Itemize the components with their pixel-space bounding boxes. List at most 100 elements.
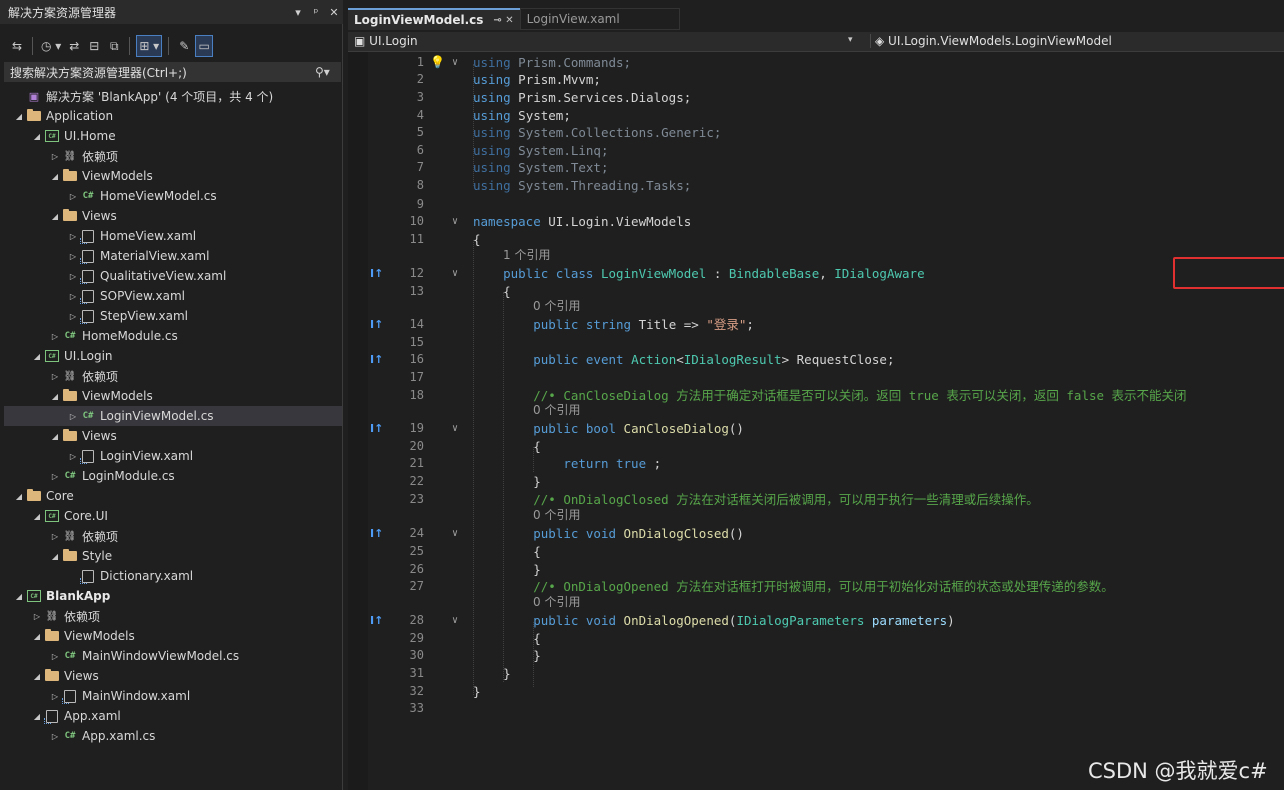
tab-loginviewmodel-cs[interactable]: LoginViewModel.cs ⊸ ✕	[348, 8, 520, 30]
expand-icon[interactable]: ▷	[48, 732, 62, 741]
tree-item[interactable]: ▷ MaterialView.xaml	[4, 246, 342, 266]
collapse-arrow-icon[interactable]: ◢	[30, 632, 44, 641]
expand-icon[interactable]: ▷	[66, 412, 80, 421]
collapse-arrow-icon[interactable]: ◢	[48, 552, 62, 561]
tree-item[interactable]: ▷ ⛓ 依赖项	[4, 366, 342, 386]
expand-icon[interactable]: ▷	[48, 692, 62, 701]
tab-loginview-xaml[interactable]: LoginView.xaml	[519, 8, 680, 30]
collapse-arrow-icon[interactable]: ◢	[48, 432, 62, 441]
search-icon[interactable]: ⚲▾	[315, 65, 341, 79]
tree-item[interactable]: ◢ Views	[4, 206, 342, 226]
tree-item[interactable]: ▷ C# App.xaml.cs	[4, 726, 342, 746]
close-icon[interactable]: ✕	[325, 6, 343, 19]
chevron-down-icon[interactable]: ▾	[848, 35, 853, 45]
implements-interface-icon[interactable]: I↑	[370, 420, 383, 437]
expand-icon[interactable]: ▷	[66, 232, 80, 241]
tree-item[interactable]: ▷ StepView.xaml	[4, 306, 342, 326]
tree-item[interactable]: ▷ QualitativeView.xaml	[4, 266, 342, 286]
switch-views-icon[interactable]: ⇆	[8, 35, 26, 57]
solution-explorer-search[interactable]: 搜索解决方案资源管理器(Ctrl+;) ⚲▾	[4, 62, 341, 82]
expand-icon[interactable]: ▷	[66, 312, 80, 321]
expand-icon[interactable]: ▷	[48, 372, 62, 381]
fold-toggle-icon[interactable]: ∨	[452, 525, 458, 542]
collapse-arrow-icon[interactable]: ◢	[30, 352, 44, 361]
lightbulb-icon[interactable]: 💡	[430, 54, 445, 71]
tree-item[interactable]: ▷ C# HomeModule.cs	[4, 326, 342, 346]
expand-icon[interactable]: ▷	[48, 332, 62, 341]
expand-icon[interactable]: ▷	[66, 192, 80, 201]
search-input[interactable]: 搜索解决方案资源管理器(Ctrl+;)	[10, 64, 315, 81]
collapse-arrow-icon[interactable]: ◢	[12, 592, 26, 601]
codelens-references[interactable]: 1 个引用	[503, 248, 550, 263]
tree-item[interactable]: Dictionary.xaml	[4, 566, 342, 586]
implements-interface-icon[interactable]: I↑	[370, 612, 383, 629]
copy-icon[interactable]: ⧉	[105, 35, 123, 57]
tree-item[interactable]: ▷ C# MainWindowViewModel.cs	[4, 646, 342, 666]
expand-icon[interactable]: ▷	[66, 272, 80, 281]
preview-selected-icon[interactable]: ▭	[195, 35, 214, 57]
pin-icon[interactable]: ᵖ	[307, 6, 325, 19]
collapse-arrow-icon[interactable]: ◢	[30, 672, 44, 681]
pin-close-icon[interactable]: ⊸ ✕	[493, 15, 513, 26]
tree-item[interactable]: ◢ ViewModels	[4, 386, 342, 406]
codelens-references[interactable]: 0 个引用	[533, 508, 580, 523]
history-icon[interactable]: ◷ ▾	[39, 35, 63, 57]
tree-item[interactable]: ▷ MainWindow.xaml	[4, 686, 342, 706]
tree-item[interactable]: ◢ Views	[4, 426, 342, 446]
fold-toggle-icon[interactable]: ∨	[452, 265, 458, 282]
tree-item[interactable]: ◢ Style	[4, 546, 342, 566]
tree-item[interactable]: ◢ C# UI.Login	[4, 346, 342, 366]
codelens-references[interactable]: 0 个引用	[533, 403, 580, 418]
collapse-icon[interactable]: ⊟	[85, 35, 103, 57]
expand-icon[interactable]: ▷	[66, 292, 80, 301]
tree-item[interactable]: ◢ Views	[4, 666, 342, 686]
collapse-arrow-icon[interactable]: ◢	[12, 492, 26, 501]
codelens-references[interactable]: 0 个引用	[533, 595, 580, 610]
expand-icon[interactable]: ▷	[66, 252, 80, 261]
expand-icon[interactable]: ▷	[66, 452, 80, 461]
tree-item[interactable]: ◢ C# BlankApp	[4, 586, 342, 606]
dropdown-icon[interactable]: ▾	[289, 6, 307, 19]
tree-item[interactable]: ◢ App.xaml	[4, 706, 342, 726]
filter-icon[interactable]: ⊞ ▾	[136, 35, 163, 57]
project-dropdown[interactable]: ▣ UI.Login	[354, 34, 418, 48]
tree-item[interactable]: ▷ ⛓ 依赖项	[4, 606, 342, 626]
expand-icon[interactable]: ▷	[48, 532, 62, 541]
collapse-arrow-icon[interactable]: ◢	[30, 712, 44, 721]
collapse-arrow-icon[interactable]: ◢	[48, 212, 62, 221]
sync-icon[interactable]: ⇄	[65, 35, 83, 57]
collapse-arrow-icon[interactable]: ◢	[48, 392, 62, 401]
tree-item[interactable]: ▷ C# LoginModule.cs	[4, 466, 342, 486]
code-area[interactable]: 1 ∨ 💡 using Prism.Commands; 2 using Prism.Mvv…	[348, 52, 1284, 790]
collapse-arrow-icon[interactable]: ◢	[30, 132, 44, 141]
tree-item[interactable]: ▷ C# LoginViewModel.cs	[4, 406, 342, 426]
implements-interface-icon[interactable]: I↑	[370, 265, 383, 282]
tree-item[interactable]: ◢ ViewModels	[4, 166, 342, 186]
expand-icon[interactable]: ▷	[30, 612, 44, 621]
codelens-references[interactable]: 0 个引用	[533, 299, 580, 314]
expand-icon[interactable]: ▷	[48, 652, 62, 661]
expand-icon[interactable]: ▷	[48, 152, 62, 161]
implements-interface-icon[interactable]: I↑	[370, 316, 383, 333]
fold-toggle-icon[interactable]: ∨	[452, 54, 458, 71]
type-dropdown[interactable]: ◈ UI.Login.ViewModels.LoginViewModel	[870, 34, 1112, 48]
tree-item[interactable]: ◢ Core	[4, 486, 342, 506]
tree-item[interactable]: ◢ ViewModels	[4, 626, 342, 646]
tree-item[interactable]: ◢ C# UI.Home	[4, 126, 342, 146]
tree-item[interactable]: ▷ HomeView.xaml	[4, 226, 342, 246]
fold-toggle-icon[interactable]: ∨	[452, 213, 458, 230]
tree-item[interactable]: ▣ 解决方案 'BlankApp' (4 个项目，共 4 个)	[4, 86, 342, 106]
collapse-arrow-icon[interactable]: ◢	[48, 172, 62, 181]
tree-item[interactable]: ◢ Application	[4, 106, 342, 126]
tree-item[interactable]: ▷ ⛓ 依赖项	[4, 526, 342, 546]
collapse-arrow-icon[interactable]: ◢	[12, 112, 26, 121]
tree-item[interactable]: ◢ C# Core.UI	[4, 506, 342, 526]
properties-wrench-icon[interactable]: ✎	[175, 35, 193, 57]
implements-interface-icon[interactable]: I↑	[370, 525, 383, 542]
expand-icon[interactable]: ▷	[48, 472, 62, 481]
fold-toggle-icon[interactable]: ∨	[452, 420, 458, 437]
tree-item[interactable]: ▷ ⛓ 依赖项	[4, 146, 342, 166]
tree-item[interactable]: ▷ C# HomeViewModel.cs	[4, 186, 342, 206]
fold-toggle-icon[interactable]: ∨	[452, 612, 458, 629]
implements-interface-icon[interactable]: I↑	[370, 351, 383, 368]
